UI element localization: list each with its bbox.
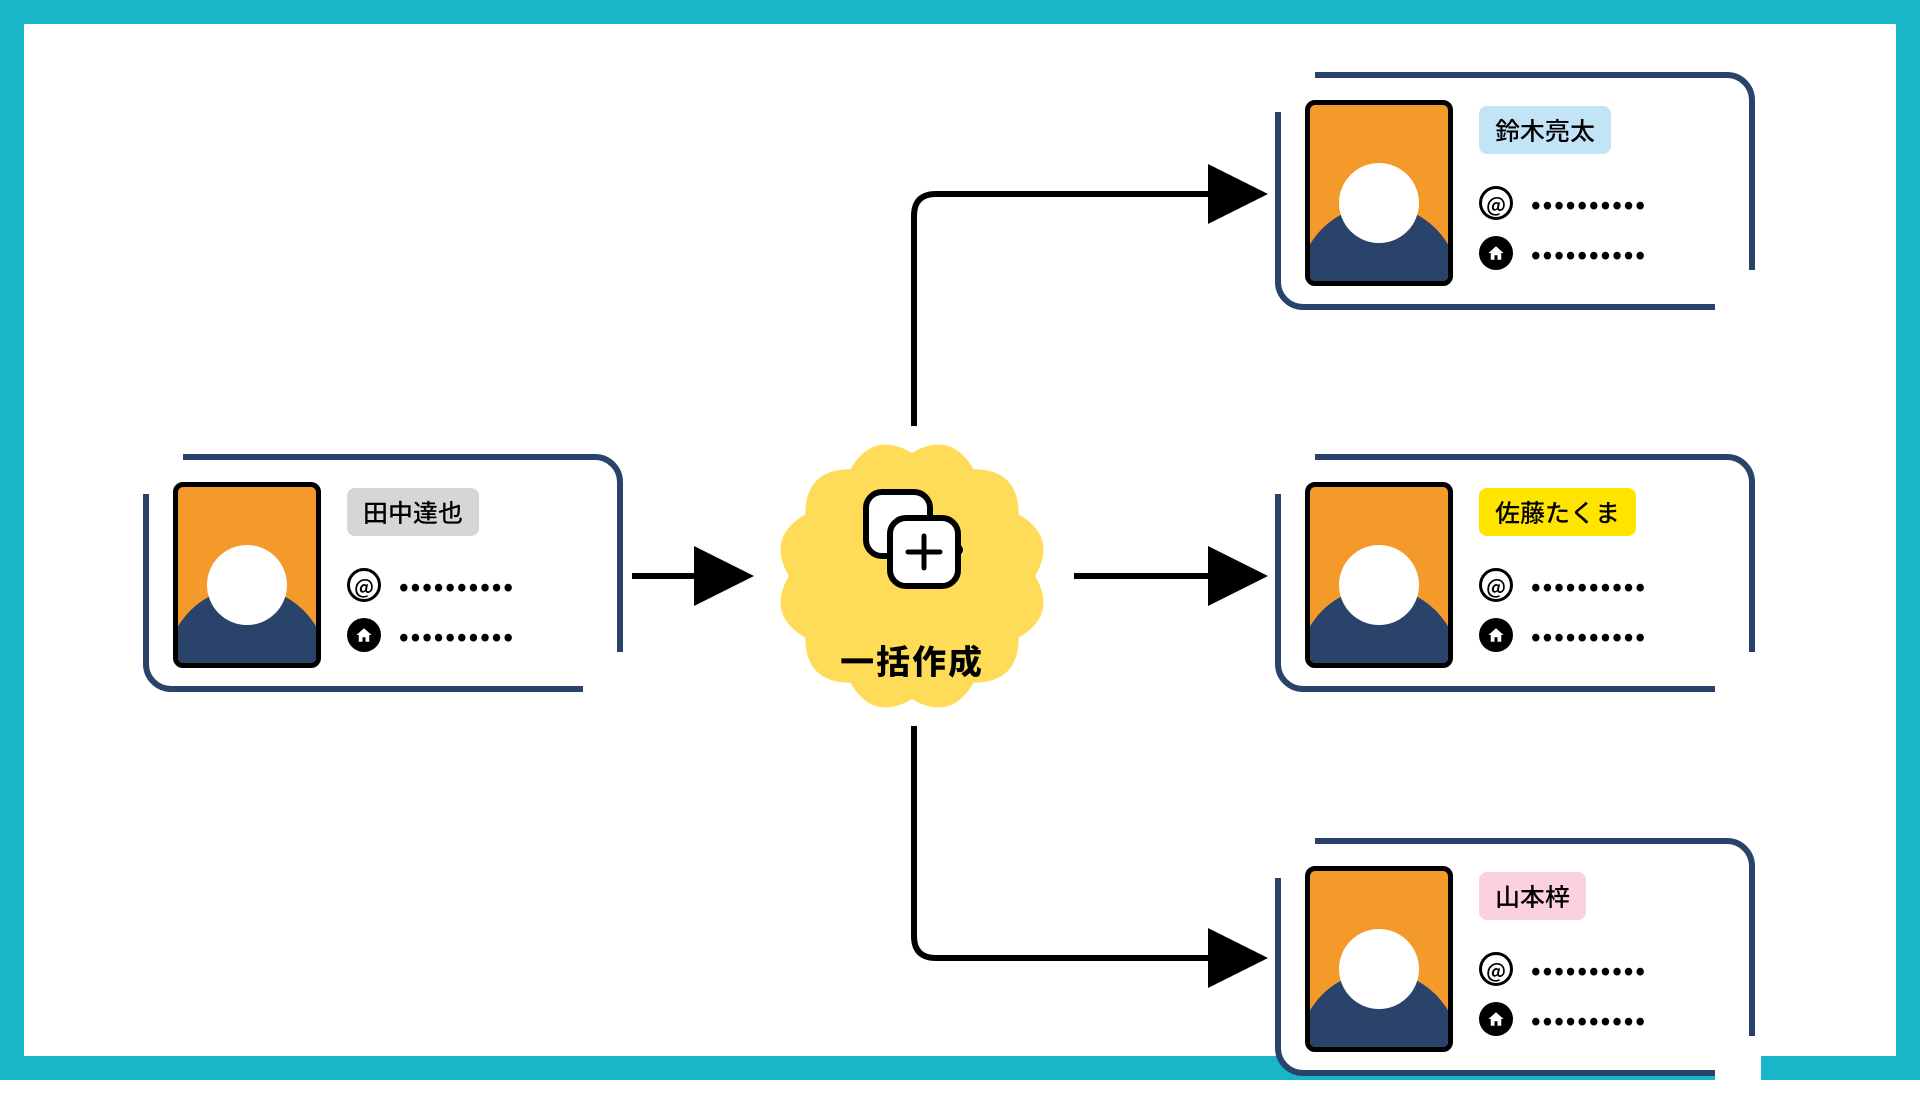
address-row: •••••••••• [1479,236,1647,270]
at-icon: @ [347,568,381,602]
address-row: •••••••••• [1479,618,1647,652]
email-placeholder: •••••••••• [1531,573,1647,597]
portrait-icon [173,482,321,668]
email-row: @ •••••••••• [1479,952,1647,986]
bulk-create-badge: 一括作成 [758,422,1066,730]
duplicate-plus-icon [852,484,972,609]
name-tag: 山本梓 [1479,872,1586,920]
name-tag: 鈴木亮太 [1479,106,1611,154]
home-icon [1479,618,1513,652]
address-row: •••••••••• [1479,1002,1647,1036]
output-card: 佐藤たくま @ •••••••••• •••••••••• [1275,454,1755,692]
badge-label: 一括作成 [758,635,1066,684]
email-row: @ •••••••••• [1479,568,1647,602]
output-card: 鈴木亮太 @ •••••••••• •••••••••• [1275,72,1755,310]
diagram-frame: 田中達也 @ •••••••••• •••••••••• 鈴木亮太 @ ••••… [0,0,1920,1080]
name-tag: 田中達也 [347,488,479,536]
email-placeholder: •••••••••• [399,573,515,597]
home-placeholder: •••••••••• [1531,1007,1647,1031]
home-icon [347,618,381,652]
email-placeholder: •••••••••• [1531,957,1647,981]
email-row: @ •••••••••• [347,568,515,602]
home-icon [1479,236,1513,270]
at-icon: @ [1479,952,1513,986]
portrait-icon [1305,100,1453,286]
source-card: 田中達也 @ •••••••••• •••••••••• [143,454,623,692]
home-placeholder: •••••••••• [1531,623,1647,647]
email-row: @ •••••••••• [1479,186,1647,220]
email-placeholder: •••••••••• [1531,191,1647,215]
name-tag: 佐藤たくま [1479,488,1636,536]
home-icon [1479,1002,1513,1036]
portrait-icon [1305,482,1453,668]
output-card: 山本梓 @ •••••••••• •••••••••• [1275,838,1755,1076]
at-icon: @ [1479,186,1513,220]
address-row: •••••••••• [347,618,515,652]
home-placeholder: •••••••••• [1531,241,1647,265]
at-icon: @ [1479,568,1513,602]
home-placeholder: •••••••••• [399,623,515,647]
portrait-icon [1305,866,1453,1052]
